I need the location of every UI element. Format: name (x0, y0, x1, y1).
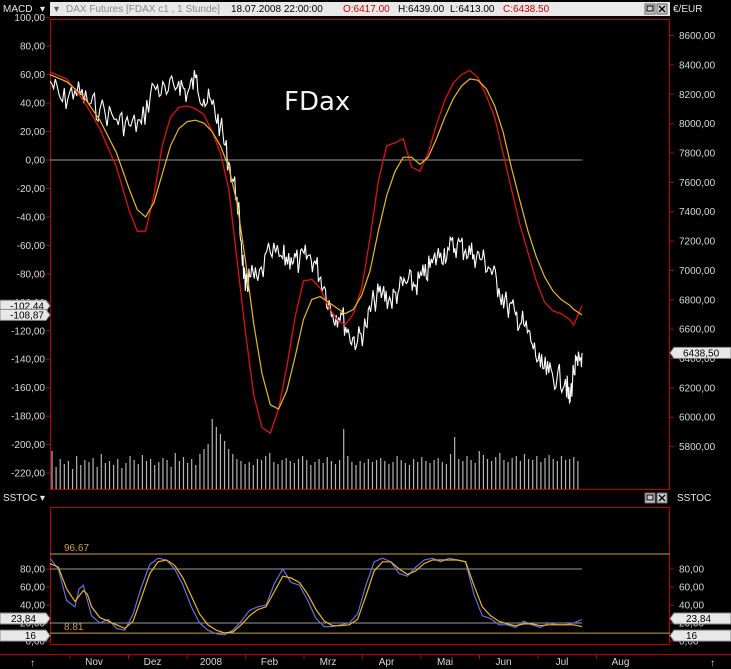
stoch-axis: 80,0080,0060,0060,0040,0040,0020,0020,00… (0, 565, 731, 648)
macd-tick-label: -220,00 (11, 469, 45, 480)
stoch-level-label: 8.81 (64, 622, 84, 633)
macd-tick-label: 60,00 (20, 70, 45, 81)
month-label: Mrz (320, 657, 337, 668)
macd-tick-label: -160,00 (11, 383, 45, 394)
price-tick-label: 6800,00 (679, 295, 716, 306)
price-tick-label: 8600,00 (679, 31, 716, 42)
month-label: Aug (612, 657, 630, 668)
month-label: Dez (144, 657, 162, 668)
price-tick-label: 5800,00 (679, 442, 716, 453)
price-tick-label: 6600,00 (679, 325, 716, 336)
macd-tick-label: 100,00 (14, 13, 45, 24)
macd-tick-label: -120,00 (11, 326, 45, 337)
stoch-tick-label-right: 60,00 (679, 583, 704, 594)
sstoc-dropdown-icon[interactable]: ▾ (40, 493, 45, 504)
price-tick-label: 6200,00 (679, 383, 716, 394)
macd-tick-label: -80,00 (17, 269, 46, 280)
month-label: Nov (85, 657, 103, 668)
macd-tick-label: 80,00 (20, 42, 45, 53)
stoch-plot-area[interactable]: 96.67 8.81 (50, 543, 670, 636)
price-tick-label: 8200,00 (679, 90, 716, 101)
stoch-tick-label-right: 80,00 (679, 565, 704, 576)
macd-tick-label: 20,00 (20, 127, 45, 138)
month-label: Mai (437, 657, 453, 668)
macd-tick-label: 0,00 (26, 156, 46, 167)
macd-tick-label: -140,00 (11, 355, 45, 366)
price-tick-label: 8000,00 (679, 119, 716, 130)
stoch-level-label: 96.67 (64, 543, 89, 554)
month-label: 2008 (200, 657, 223, 668)
signal-value-marker: -108,87 (10, 310, 44, 321)
stoch-tick-label-right: 40,00 (679, 601, 704, 612)
macd-tick-label: -60,00 (17, 241, 46, 252)
price-tick-label: 6000,00 (679, 413, 716, 424)
stoch-d-marker-right-box (669, 629, 731, 642)
price-value-marker: 6438,50 (683, 348, 720, 359)
macd-tick-label: -200,00 (11, 440, 45, 451)
price-tick-label: 7000,00 (679, 266, 716, 277)
price-tick-label: 7200,00 (679, 237, 716, 248)
price-axis: 8600,00 8400,00 8200,00 8000,00 7800,00 7600,… (669, 31, 731, 453)
symbol-label: DAX Futures [FDAX c1 , 1 Stunde] (66, 4, 220, 15)
stoch-tick-label-left: 40,00 (20, 601, 45, 612)
month-label: Jul (556, 657, 569, 668)
open-value: O:6417.00 (343, 4, 390, 15)
lower-maximize-icon[interactable] (644, 492, 656, 504)
macd-axis: 100,00 80,00 60,00 40,00 20,00 0,00 -20,00 -40,… (0, 13, 51, 480)
scroll-up-right-icon[interactable]: ↑ (710, 658, 715, 669)
month-label: Feb (261, 657, 279, 668)
high-value: H:6439.00 (398, 4, 445, 15)
stoch-d-marker-left: 16 (25, 631, 37, 642)
stoch-k-marker-left: 23,84 (11, 614, 36, 625)
stoch-d-line (50, 559, 583, 634)
time-axis: Nov Dez 2008 Feb Mrz Apr Mai Jun Jul Aug (69, 655, 630, 668)
close-value: C:6438.50 (503, 4, 550, 15)
fdax-chart[interactable]: MACD ▾ ▾ DAX Futures [FDAX c1 , 1 Stunde… (0, 0, 731, 669)
macd-tick-label: -20,00 (17, 184, 46, 195)
stoch-panel-frame (50, 507, 670, 645)
stoch-d-marker-right: 16 (686, 631, 698, 642)
price-tick-label: 7600,00 (679, 178, 716, 189)
low-value: L:6413.00 (450, 4, 495, 15)
price-tick-label: 7800,00 (679, 149, 716, 160)
price-tick-label: 7400,00 (679, 207, 716, 218)
macd-tick-label: -180,00 (11, 412, 45, 423)
lower-close-icon[interactable] (656, 492, 668, 504)
stoch-tick-label-left: 60,00 (20, 583, 45, 594)
datetime-label: 18.07.2008 22:00:00 (231, 4, 323, 15)
chart-menu-icon[interactable]: ▾ (54, 4, 59, 15)
macd-tick-label: 40,00 (20, 99, 45, 110)
sstoc-indicator-label[interactable]: SSTOC (3, 493, 37, 504)
main-panel-frame (50, 19, 670, 490)
macd-tick-label: -40,00 (17, 212, 46, 223)
maximize-icon[interactable] (644, 3, 656, 15)
sstoc-right-label: SSTOC (677, 493, 711, 504)
signal-series-line (50, 74, 583, 410)
month-label: Jun (495, 657, 511, 668)
close-icon[interactable] (656, 3, 668, 15)
stoch-k-marker-right: 23,84 (686, 614, 711, 625)
price-series-line (50, 70, 583, 405)
price-tick-label: 8400,00 (679, 60, 716, 71)
month-label: Apr (379, 657, 395, 668)
main-plot-area[interactable] (50, 69, 583, 489)
chart-title: FDax (284, 87, 350, 117)
stoch-tick-label-left: 80,00 (20, 565, 45, 576)
currency-label: €/EUR (673, 4, 702, 15)
macd-series-line (50, 69, 583, 435)
scroll-up-left-icon[interactable]: ↑ (30, 658, 35, 669)
